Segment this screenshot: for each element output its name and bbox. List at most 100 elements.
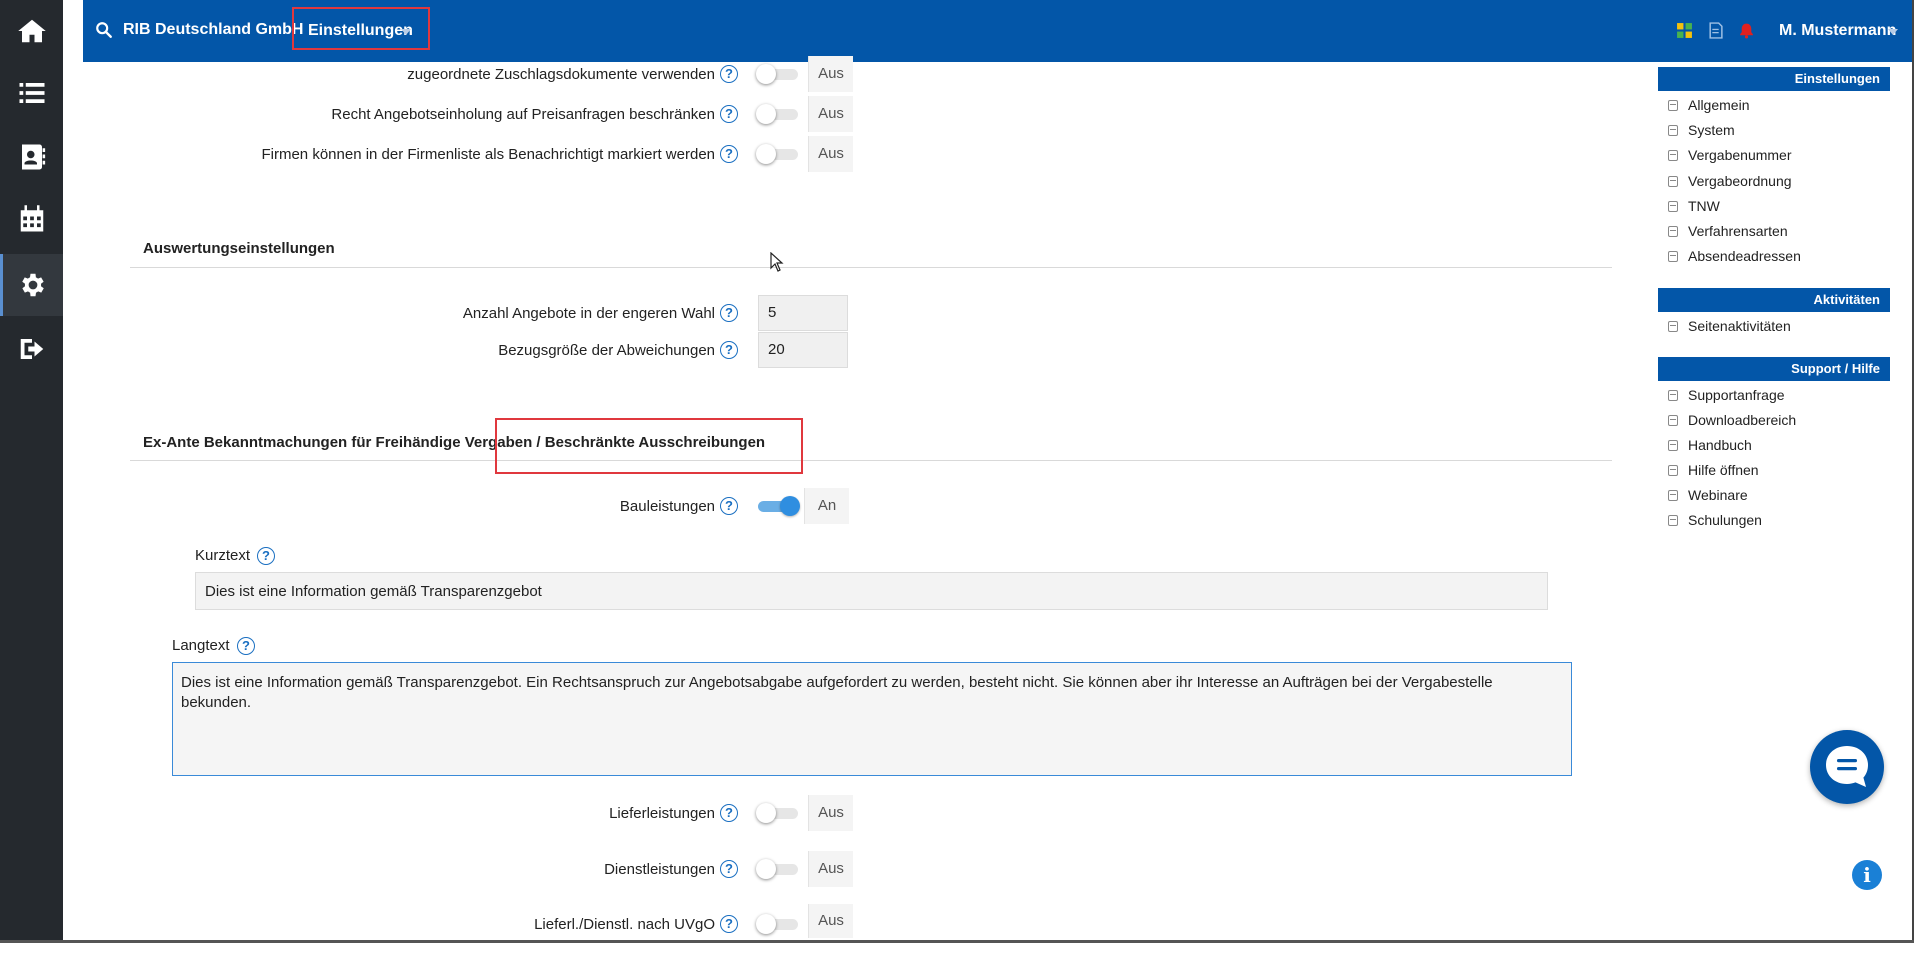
kurztext-input[interactable]: Dies ist eine Information gemäß Transpar…	[195, 572, 1548, 610]
section-divider	[130, 267, 1612, 268]
state-label: Aus	[808, 904, 853, 938]
sidebar-item-supportanfrage[interactable]: Supportanfrage	[1668, 387, 1785, 403]
row-label: Lieferleistungen	[609, 805, 715, 822]
bauleistungen-highlight	[495, 418, 803, 474]
section-title: Auswertungseinstellungen	[143, 240, 335, 257]
info-icon[interactable]: i	[1852, 860, 1882, 890]
home-icon[interactable]	[0, 0, 63, 62]
chevron-down-icon	[1888, 29, 1898, 35]
help-icon[interactable]: ?	[237, 637, 255, 655]
frame-edge	[0, 940, 1914, 943]
list-icon[interactable]	[0, 62, 63, 124]
toggle-switch[interactable]	[756, 64, 800, 84]
state-label: Aus	[808, 56, 853, 92]
bezugsgroesse-input[interactable]: 20	[758, 332, 848, 368]
row-label: Lieferl./Dienstl. nach UVgO	[534, 916, 715, 933]
state-label: An	[804, 488, 849, 524]
sidebar-item-vergabeordnung[interactable]: Vergabeordnung	[1668, 173, 1792, 189]
help-icon[interactable]: ?	[720, 341, 738, 359]
page-icon	[1668, 99, 1678, 111]
sidebar-header-aktivitaeten: Aktivitäten	[1658, 288, 1890, 312]
sidebar-item-seitenaktivitaeten[interactable]: Seitenaktivitäten	[1668, 318, 1791, 334]
help-icon[interactable]: ?	[720, 860, 738, 878]
state-label: Aus	[808, 136, 853, 172]
help-icon[interactable]: ?	[720, 65, 738, 83]
chevron-down-icon	[401, 29, 411, 35]
help-icon[interactable]: ?	[720, 915, 738, 933]
page-icon	[1668, 320, 1678, 332]
clipboard-icon[interactable]	[1707, 22, 1724, 39]
bell-icon[interactable]	[1738, 22, 1755, 39]
page-icon	[1668, 225, 1678, 237]
sidebar-item-tnw[interactable]: TNW	[1668, 198, 1720, 214]
page-icon	[1668, 149, 1678, 161]
section-divider	[130, 460, 1612, 461]
state-label: Aus	[808, 851, 853, 887]
sidebar-item-hilfe-oeffnen[interactable]: Hilfe öffnen	[1668, 462, 1759, 478]
toggle-switch[interactable]	[756, 859, 800, 879]
logout-icon[interactable]	[0, 318, 63, 380]
user-menu[interactable]: M. Mustermann	[1779, 22, 1896, 40]
sidebar-item-webinare[interactable]: Webinare	[1668, 487, 1748, 503]
sidebar-item-system[interactable]: System	[1668, 122, 1735, 138]
page-icon	[1668, 200, 1678, 212]
page-icon	[1668, 464, 1678, 476]
state-label: Aus	[808, 96, 853, 132]
settings-content	[83, 62, 1643, 940]
help-icon[interactable]: ?	[720, 497, 738, 515]
angebote-count-input[interactable]: 5	[758, 295, 848, 331]
mouse-cursor-icon	[770, 252, 784, 272]
nav-rail	[0, 0, 63, 940]
settings-menu-button[interactable]: Einstellungen	[308, 22, 413, 40]
more-dots-icon[interactable]: · · ·	[71, 7, 76, 35]
state-label: Aus	[808, 795, 853, 831]
row-label: Bezugsgröße der Abweichungen	[498, 342, 715, 359]
frame-edge	[1912, 0, 1914, 940]
company-name[interactable]: RIB Deutschland GmbH	[123, 21, 303, 39]
langtext-textarea[interactable]: Dies ist eine Information gemäß Transpar…	[172, 662, 1572, 776]
help-icon[interactable]: ?	[257, 547, 275, 565]
help-icon[interactable]: ?	[720, 105, 738, 123]
toggle-switch[interactable]	[756, 104, 800, 124]
sidebar-item-schulungen[interactable]: Schulungen	[1668, 512, 1762, 528]
sidebar-header-einstellungen: Einstellungen	[1658, 67, 1890, 91]
topbar-icons	[1676, 22, 1755, 39]
page-icon	[1668, 414, 1678, 426]
row-label: zugeordnete Zuschlagsdokumente verwenden	[407, 66, 715, 83]
search-icon[interactable]	[95, 21, 113, 39]
page-icon	[1668, 250, 1678, 262]
page-icon	[1668, 175, 1678, 187]
bauleistungen-toggle[interactable]	[756, 496, 800, 516]
top-bar: RIB Deutschland GmbH Einstellungen M. Mu…	[83, 0, 1913, 62]
chat-button[interactable]	[1810, 730, 1884, 804]
row-label: Recht Angebotseinholung auf Preisanfrage…	[331, 106, 715, 123]
chat-bubble-icon	[1826, 746, 1868, 787]
toggle-switch[interactable]	[756, 144, 800, 164]
langtext-label: Langtext	[172, 637, 230, 654]
sidebar-item-downloadbereich[interactable]: Downloadbereich	[1668, 412, 1796, 428]
sidebar-item-absendeadressen[interactable]: Absendeadressen	[1668, 248, 1801, 264]
row-label: Bauleistungen	[619, 498, 715, 515]
kurztext-label: Kurztext	[195, 547, 251, 564]
page-icon	[1668, 124, 1678, 136]
sidebar-item-allgemein[interactable]: Allgemein	[1668, 97, 1749, 113]
settings-icon[interactable]	[0, 254, 63, 316]
page-icon	[1668, 389, 1678, 401]
sidebar-item-verfahrensarten[interactable]: Verfahrensarten	[1668, 223, 1788, 239]
toggle-switch[interactable]	[756, 803, 800, 823]
page-icon	[1668, 489, 1678, 501]
page-icon	[1668, 439, 1678, 451]
contacts-icon[interactable]	[0, 126, 63, 188]
apps-icon[interactable]	[1676, 22, 1693, 39]
toggle-switch[interactable]	[756, 914, 800, 934]
help-icon[interactable]: ?	[720, 804, 738, 822]
help-icon[interactable]: ?	[720, 304, 738, 322]
sidebar-item-handbuch[interactable]: Handbuch	[1668, 437, 1752, 453]
page-icon	[1668, 514, 1678, 526]
help-icon[interactable]: ?	[720, 145, 738, 163]
sidebar-item-vergabenummer[interactable]: Vergabenummer	[1668, 147, 1792, 163]
row-label: Anzahl Angebote in der engeren Wahl	[462, 305, 715, 322]
row-label: Dienstleistungen	[604, 861, 715, 878]
sidebar-header-support: Support / Hilfe	[1658, 357, 1890, 381]
calendar-icon[interactable]	[0, 188, 63, 250]
